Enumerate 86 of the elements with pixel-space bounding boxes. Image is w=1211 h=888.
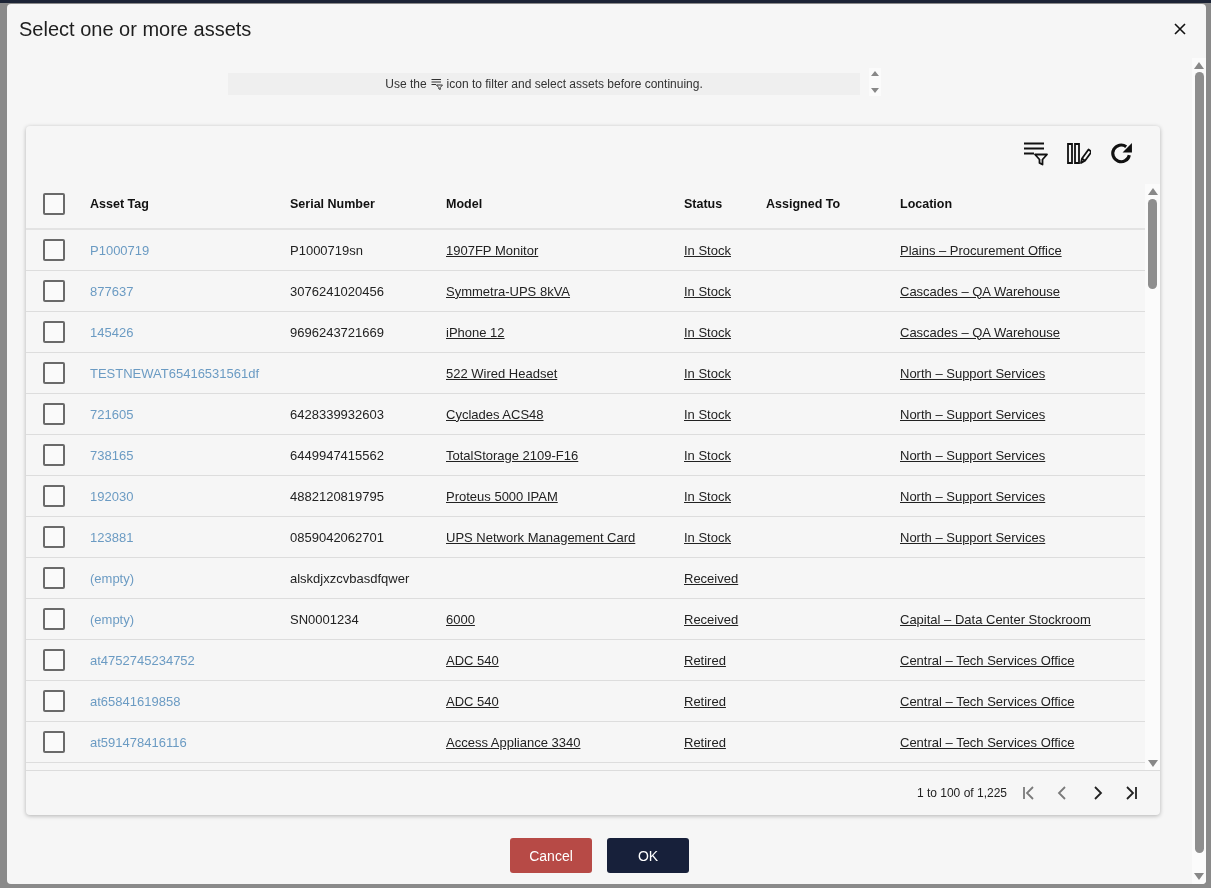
columns-edit-icon[interactable] [1066, 140, 1091, 166]
scrollbar-track[interactable] [1192, 58, 1206, 884]
status-link[interactable]: Retired [684, 652, 726, 668]
row-checkbox[interactable] [43, 321, 65, 343]
location-link[interactable]: Cascades – QA Warehouse [900, 283, 1060, 299]
location-link[interactable]: North – Support Services [900, 406, 1046, 422]
row-checkbox[interactable] [43, 403, 65, 425]
status-link[interactable]: Received [684, 611, 739, 627]
status-link[interactable]: Received [684, 570, 739, 586]
serial-number-text: SN0001234 [290, 611, 359, 627]
status-link[interactable]: In Stock [684, 447, 731, 463]
serial-number-text: 4882120819795 [290, 488, 384, 504]
scroll-up-icon[interactable] [1194, 61, 1204, 69]
status-link[interactable]: In Stock [684, 324, 731, 340]
column-header: Assigned To [766, 197, 841, 211]
model-link[interactable]: Proteus 5000 IPAM [446, 488, 558, 504]
last-page-icon[interactable] [1123, 785, 1139, 801]
scrollbar-thumb[interactable] [1148, 199, 1157, 289]
column-header: Asset Tag [90, 197, 149, 211]
row-checkbox[interactable] [43, 608, 65, 630]
scroll-down-icon[interactable] [1194, 873, 1204, 881]
row-checkbox[interactable] [43, 280, 65, 302]
row-checkbox[interactable] [43, 690, 65, 712]
ok-button[interactable]: OK [607, 838, 689, 873]
serial-number-text: 3076241020456 [290, 283, 384, 299]
column-header: Model [446, 197, 483, 211]
row-checkbox[interactable] [43, 444, 65, 466]
column-header: Location [900, 197, 953, 211]
serial-number-text: 9696243721669 [290, 324, 384, 340]
info-text: Use the [385, 77, 427, 91]
model-link[interactable]: ADC 540 [446, 693, 499, 709]
status-link[interactable]: In Stock [684, 283, 731, 299]
row-checkbox[interactable] [43, 362, 65, 384]
scroll-up-icon[interactable] [1147, 187, 1158, 195]
location-link[interactable]: Central – Tech Services Office [900, 693, 1075, 709]
close-icon[interactable] [1174, 23, 1186, 35]
status-link[interactable]: In Stock [684, 406, 731, 422]
refresh-icon[interactable] [1109, 140, 1134, 166]
filter-list-icon [430, 78, 443, 90]
select-all-checkbox[interactable] [43, 193, 65, 215]
row-checkbox[interactable] [43, 485, 65, 507]
model-link[interactable]: Symmetra-UPS 8kVA [446, 283, 570, 299]
status-link[interactable]: In Stock [684, 488, 731, 504]
cancel-button[interactable]: Cancel [510, 838, 592, 873]
serial-number-text: P1000719sn [290, 242, 363, 258]
serial-number-text: alskdjxzcvbasdfqwer [290, 570, 410, 586]
scroll-down-icon[interactable] [1147, 760, 1158, 768]
model-link[interactable]: 6000 [446, 611, 475, 627]
status-link[interactable]: Retired [684, 734, 726, 750]
model-link[interactable]: 522 Wired Headset [446, 365, 558, 381]
location-link[interactable]: Central – Tech Services Office [900, 734, 1075, 750]
model-link[interactable]: UPS Network Management Card [446, 529, 636, 545]
serial-number-text: 6428339932603 [290, 406, 384, 422]
location-link[interactable]: Capital – Data Center Stockroom [900, 611, 1091, 627]
column-header: Serial Number [290, 197, 375, 211]
scrollbar-thumb[interactable] [1194, 72, 1204, 853]
column-header: Status [684, 197, 723, 211]
model-link[interactable]: ADC 540 [446, 652, 499, 668]
dialog-title: Select one or more assets [19, 17, 252, 41]
serial-number-text: 6449947415562 [290, 447, 384, 463]
row-checkbox[interactable] [43, 731, 65, 753]
location-link[interactable]: North – Support Services [900, 365, 1046, 381]
filter-list-icon[interactable] [1023, 140, 1048, 166]
status-link[interactable]: Retired [684, 693, 726, 709]
row-checkbox[interactable] [43, 526, 65, 548]
model-link[interactable]: Cyclades ACS48 [446, 406, 544, 422]
location-link[interactable]: North – Support Services [900, 488, 1046, 504]
location-link[interactable]: North – Support Services [900, 447, 1046, 463]
row-checkbox[interactable] [43, 239, 65, 261]
row-checkbox[interactable] [43, 567, 65, 589]
model-link[interactable]: iPhone 12 [446, 324, 505, 340]
status-link[interactable]: In Stock [684, 365, 731, 381]
location-link[interactable]: Cascades – QA Warehouse [900, 324, 1060, 340]
model-link[interactable]: Access Appliance 3340 [446, 734, 581, 750]
location-link[interactable]: Plains – Procurement Office [900, 242, 1062, 258]
info-text: icon to filter and select assets before continuing. [446, 77, 703, 91]
location-link[interactable]: North – Support Services [900, 529, 1046, 545]
page-range-text: 1 to 100 of 1,225 [916, 786, 1007, 800]
scrollbar-track[interactable] [1145, 184, 1160, 770]
model-link[interactable]: TotalStorage 2109-F16 [446, 447, 579, 463]
location-link[interactable]: Central – Tech Services Office [900, 652, 1075, 668]
status-link[interactable]: In Stock [684, 242, 731, 258]
model-link[interactable]: 1907FP Monitor [446, 242, 539, 258]
row-checkbox[interactable] [43, 649, 65, 671]
serial-number-text: 0859042062701 [290, 529, 384, 545]
status-link[interactable]: In Stock [684, 529, 731, 545]
